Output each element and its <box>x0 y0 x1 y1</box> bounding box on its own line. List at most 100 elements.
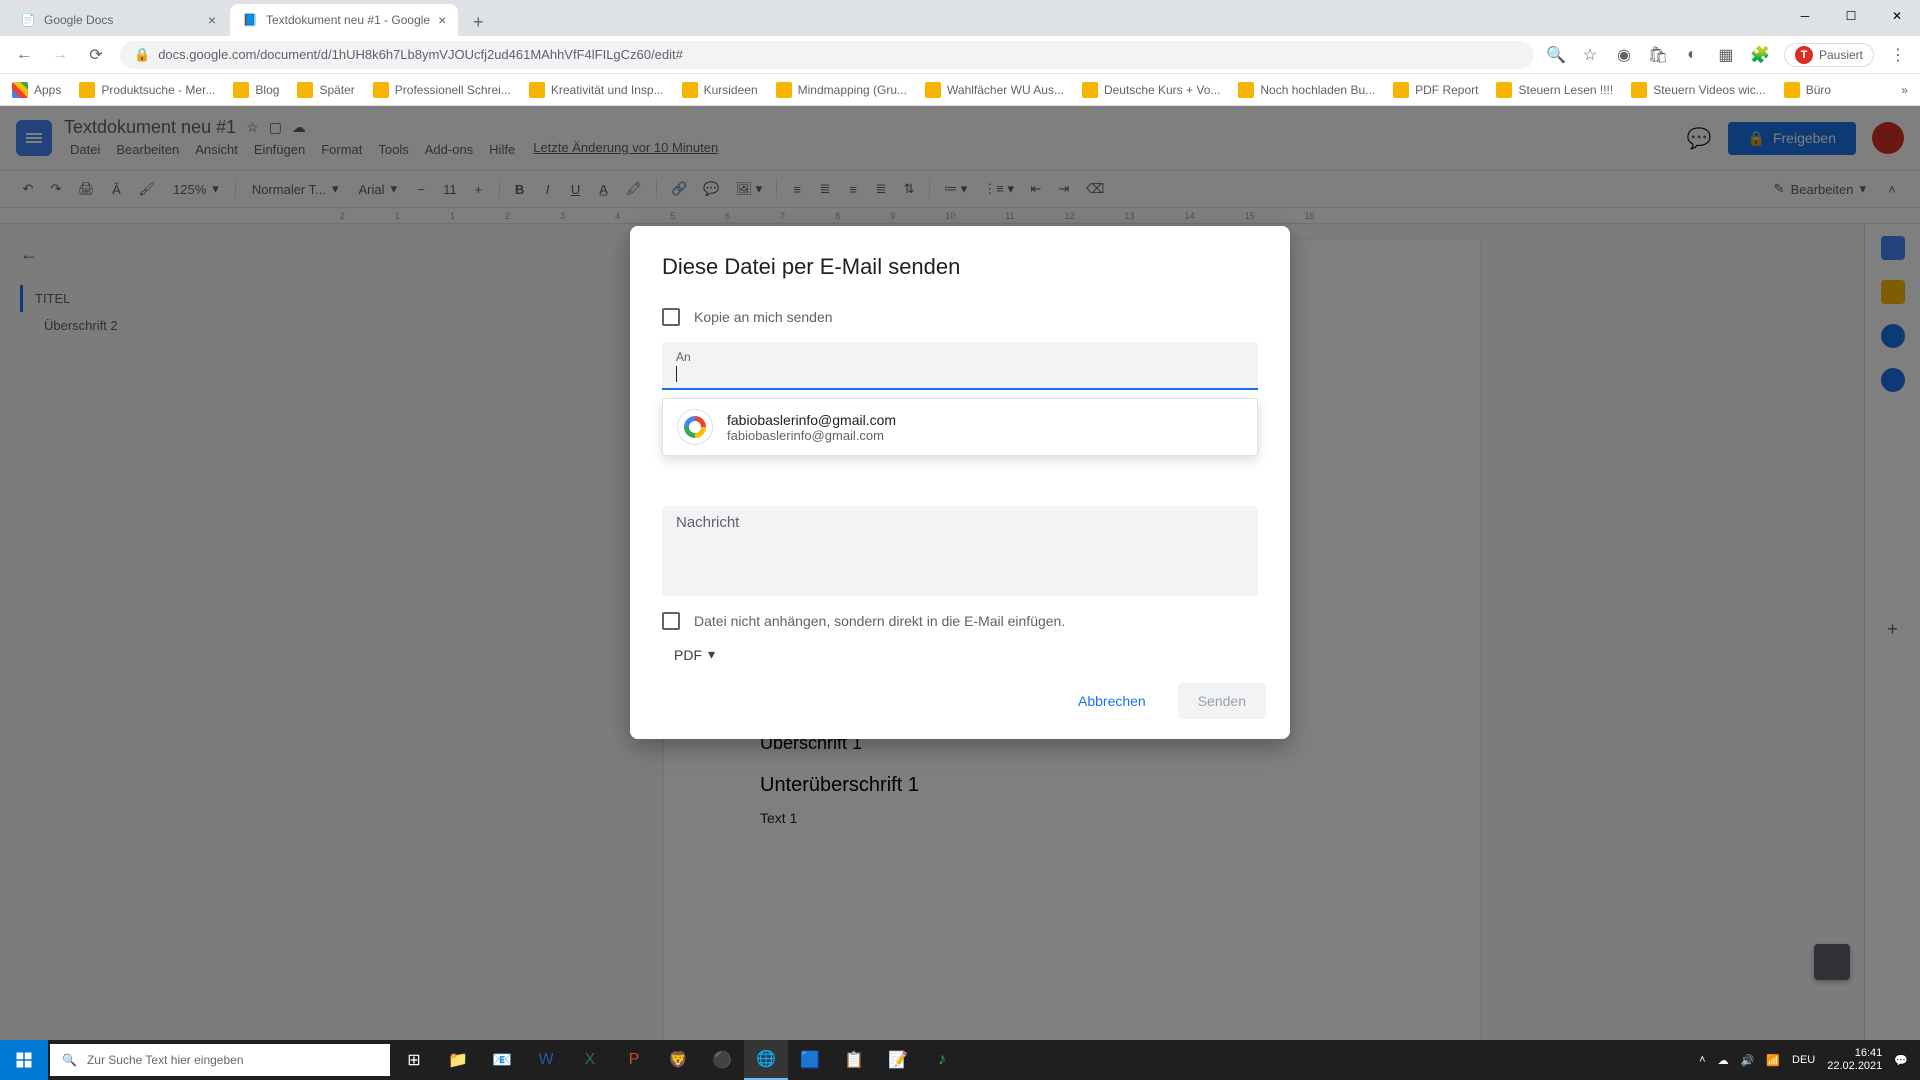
paused-label: Pausiert <box>1819 48 1863 62</box>
bookmarks-overflow-icon[interactable]: » <box>1901 83 1908 97</box>
bookmark-item[interactable]: Produktsuche - Mer... <box>79 82 215 98</box>
app-icon[interactable]: 📋 <box>832 1040 876 1080</box>
browser-tab-0[interactable]: 📄 Google Docs × <box>8 4 228 36</box>
folder-icon <box>529 82 545 98</box>
url-input[interactable]: 🔒 docs.google.com/document/d/1hUH8k6h7Lb… <box>120 41 1534 69</box>
chrome-menu-icon[interactable]: ⋮ <box>1888 45 1908 65</box>
message-placeholder: Nachricht <box>676 514 1244 531</box>
apps-shortcut[interactable]: Apps <box>12 82 61 98</box>
folder-icon <box>1238 82 1254 98</box>
bookmark-item[interactable]: PDF Report <box>1393 82 1478 98</box>
chrome-icon[interactable]: 🌐 <box>744 1040 788 1080</box>
window-controls: ─ ☐ ✕ <box>1782 0 1920 32</box>
extension-icon[interactable]: ◉ <box>1614 45 1634 65</box>
bookmark-item[interactable]: Noch hochladen Bu... <box>1238 82 1375 98</box>
back-button[interactable]: ← <box>12 43 36 67</box>
recipient-input[interactable]: An <box>662 342 1258 390</box>
bookmark-item[interactable]: Steuern Lesen !!!! <box>1496 82 1613 98</box>
extension-icon[interactable]: ▦ <box>1716 45 1736 65</box>
close-window-button[interactable]: ✕ <box>1874 0 1920 32</box>
bookmark-star-icon[interactable]: ☆ <box>1580 45 1600 65</box>
search-placeholder: Zur Suche Text hier eingeben <box>87 1053 244 1067</box>
url-text: docs.google.com/document/d/1hUH8k6h7Lb8y… <box>158 47 683 62</box>
folder-icon <box>925 82 941 98</box>
modal-overlay: Diese Datei per E-Mail senden Kopie an m… <box>0 106 1920 1040</box>
folder-icon <box>1631 82 1647 98</box>
address-bar: ← → ⟳ 🔒 docs.google.com/document/d/1hUH8… <box>0 36 1920 74</box>
folder-icon <box>373 82 389 98</box>
close-icon[interactable]: × <box>208 12 216 28</box>
format-select[interactable]: PDF ▾ <box>650 638 1270 671</box>
powerpoint-icon[interactable]: P <box>612 1040 656 1080</box>
tray-overflow-icon[interactable]: ˄ <box>1699 1054 1705 1066</box>
folder-icon <box>1784 82 1800 98</box>
extension-icon[interactable]: ◐ <box>1682 45 1702 65</box>
bookmark-item[interactable]: Professionell Schrei... <box>373 82 511 98</box>
minimize-button[interactable]: ─ <box>1782 0 1828 32</box>
onedrive-icon[interactable]: ☁ <box>1718 1054 1729 1067</box>
edge-icon[interactable]: 🟦 <box>788 1040 832 1080</box>
copy-self-label: Kopie an mich senden <box>694 309 833 325</box>
apps-icon <box>12 82 28 98</box>
close-icon[interactable]: × <box>438 12 446 28</box>
browser-tab-1[interactable]: 📘 Textdokument neu #1 - Google × <box>230 4 458 36</box>
copy-self-checkbox-row[interactable]: Kopie an mich senden <box>650 300 1270 334</box>
bookmark-item[interactable]: Büro <box>1784 82 1831 98</box>
bookmark-item[interactable]: Blog <box>233 82 279 98</box>
explorer-icon[interactable]: 📁 <box>436 1040 480 1080</box>
windows-taskbar: 🔍 Zur Suche Text hier eingeben ⊞ 📁 📧 W X… <box>0 1040 1920 1080</box>
zoom-icon[interactable]: 🔍 <box>1546 45 1566 65</box>
bookmark-item[interactable]: Steuern Videos wic... <box>1631 82 1766 98</box>
excel-icon[interactable]: X <box>568 1040 612 1080</box>
folder-icon <box>682 82 698 98</box>
bookmark-item[interactable]: Deutsche Kurs + Vo... <box>1082 82 1220 98</box>
no-attach-checkbox-row[interactable]: Datei nicht anhängen, sondern direkt in … <box>650 604 1270 638</box>
word-icon[interactable]: W <box>524 1040 568 1080</box>
message-input[interactable]: Nachricht <box>662 506 1258 596</box>
notepad-icon[interactable]: 📝 <box>876 1040 920 1080</box>
folder-icon <box>1496 82 1512 98</box>
send-button[interactable]: Senden <box>1178 683 1266 719</box>
folder-icon <box>776 82 792 98</box>
language-indicator[interactable]: DEU <box>1792 1054 1815 1066</box>
bookmark-item[interactable]: Wahlfächer WU Aus... <box>925 82 1064 98</box>
checkbox-icon[interactable] <box>662 308 680 326</box>
folder-icon <box>1082 82 1098 98</box>
profile-chip[interactable]: T Pausiert <box>1784 43 1874 67</box>
taskbar-search[interactable]: 🔍 Zur Suche Text hier eingeben <box>50 1044 390 1076</box>
avatar-icon: T <box>1795 46 1813 64</box>
extension-icon[interactable]: 🛍 <box>1648 45 1668 65</box>
notifications-icon[interactable]: 💬 <box>1894 1054 1908 1067</box>
volume-icon[interactable]: 🔊 <box>1741 1054 1755 1067</box>
spotify-icon[interactable]: ♪ <box>920 1040 964 1080</box>
clock[interactable]: 16:41 22.02.2021 <box>1827 1047 1882 1073</box>
new-tab-button[interactable]: + <box>464 8 492 36</box>
obs-icon[interactable]: ⚫ <box>700 1040 744 1080</box>
suggestion-item[interactable]: fabiobaslerinfo@gmail.com fabiobaslerinf… <box>663 399 1257 455</box>
task-view-button[interactable]: ⊞ <box>392 1040 436 1080</box>
email-file-dialog: Diese Datei per E-Mail senden Kopie an m… <box>630 226 1290 739</box>
extensions-menu-icon[interactable]: 🧩 <box>1750 45 1770 65</box>
wifi-icon[interactable]: 📶 <box>1766 1054 1780 1067</box>
bookmark-item[interactable]: Später <box>297 82 354 98</box>
brave-icon[interactable]: 🦁 <box>656 1040 700 1080</box>
bookmark-item[interactable]: Kreativität und Insp... <box>529 82 664 98</box>
cancel-button[interactable]: Abbrechen <box>1058 683 1166 719</box>
checkbox-icon[interactable] <box>662 612 680 630</box>
dialog-title: Diese Datei per E-Mail senden <box>630 254 1290 300</box>
browser-tab-strip: 📄 Google Docs × 📘 Textdokument neu #1 - … <box>0 0 1920 36</box>
google-avatar-icon <box>677 409 713 445</box>
tab-title: Google Docs <box>44 13 113 27</box>
text-cursor-icon <box>676 366 677 382</box>
bookmark-item[interactable]: Mindmapping (Gru... <box>776 82 907 98</box>
bookmark-item[interactable]: Kursideen <box>682 82 758 98</box>
forward-button[interactable]: → <box>48 43 72 67</box>
suggestion-name: fabiobaslerinfo@gmail.com <box>727 412 896 428</box>
maximize-button[interactable]: ☐ <box>1828 0 1874 32</box>
folder-icon <box>233 82 249 98</box>
start-button[interactable] <box>0 1040 48 1080</box>
folder-icon <box>1393 82 1409 98</box>
reload-button[interactable]: ⟳ <box>84 43 108 67</box>
mail-icon[interactable]: 📧 <box>480 1040 524 1080</box>
recipient-suggestions: fabiobaslerinfo@gmail.com fabiobaslerinf… <box>662 398 1258 456</box>
